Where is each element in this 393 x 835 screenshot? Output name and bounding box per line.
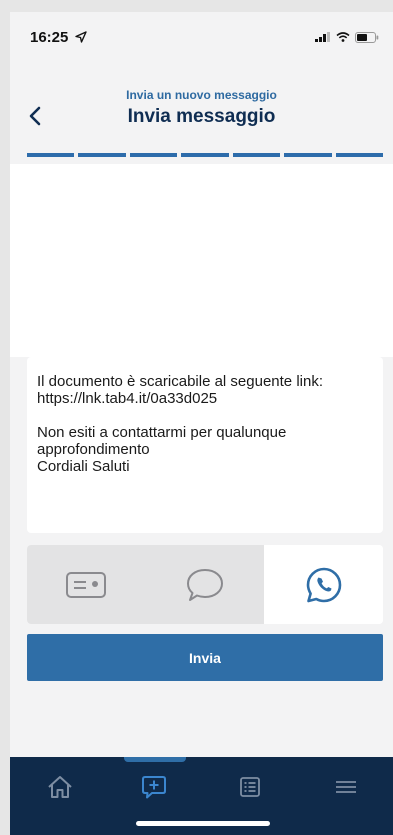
page-subtitle: Invia un nuovo messaggio xyxy=(126,88,277,102)
channel-tab-chat[interactable] xyxy=(145,545,265,624)
whatsapp-icon xyxy=(306,567,341,602)
channel-tab-whatsapp[interactable] xyxy=(264,545,383,624)
nav-item-home[interactable] xyxy=(46,774,74,800)
progress-step xyxy=(284,153,332,157)
header: Invia un nuovo messaggio Invia messaggio xyxy=(10,82,393,162)
status-icons xyxy=(315,30,379,44)
page-title: Invia messaggio xyxy=(127,106,276,127)
status-time: 16:25 xyxy=(30,29,87,46)
message-text: Il documento è scaricabile al seguente l… xyxy=(37,373,382,475)
message-plus-icon xyxy=(142,776,166,799)
signal-icon xyxy=(315,32,330,42)
nav-item-list[interactable] xyxy=(236,774,264,800)
channel-tab-sms[interactable] xyxy=(27,545,146,624)
sms-card-icon xyxy=(66,571,107,598)
wifi-icon xyxy=(336,32,350,42)
send-button[interactable]: Invia xyxy=(27,634,383,681)
nav-item-messages[interactable] xyxy=(140,774,168,800)
home-indicator xyxy=(136,821,270,826)
progress-steps xyxy=(27,153,383,157)
list-icon xyxy=(240,777,260,797)
message-preview[interactable]: Il documento è scaricabile al seguente l… xyxy=(27,357,383,533)
status-time-label: 16:25 xyxy=(30,29,69,46)
home-icon xyxy=(48,776,72,798)
message-paragraph: Il documento è scaricabile al seguente l… xyxy=(37,373,323,407)
menu-icon xyxy=(336,781,356,793)
chat-bubble-icon xyxy=(187,568,223,601)
progress-step xyxy=(181,153,229,157)
progress-step xyxy=(129,153,178,157)
message-paragraph: Non esiti a contattarmi per qualunque ap… xyxy=(37,424,287,475)
progress-step xyxy=(78,153,126,157)
nav-item-menu[interactable] xyxy=(332,774,360,800)
nav-active-indicator xyxy=(124,757,186,762)
status-bar: 16:25 xyxy=(10,12,393,60)
content-panel xyxy=(10,164,393,357)
location-arrow-icon xyxy=(74,31,87,43)
app-screen: 16:25 Invia un nuovo messaggio Invia mes… xyxy=(10,12,393,835)
channel-selector xyxy=(27,545,383,624)
progress-step xyxy=(335,153,383,157)
progress-step xyxy=(27,153,75,157)
progress-step xyxy=(232,153,281,157)
battery-icon xyxy=(355,31,379,43)
